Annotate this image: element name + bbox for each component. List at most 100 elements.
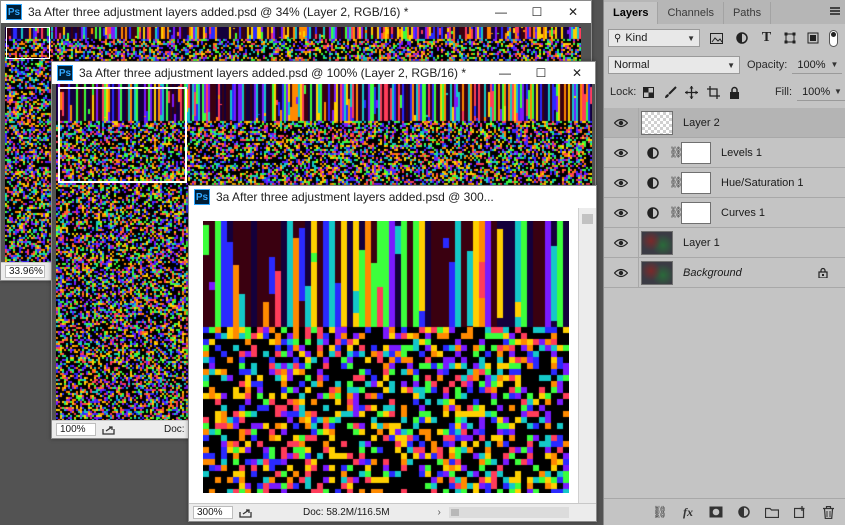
opacity-label: Opacity: xyxy=(747,59,788,71)
share-icon[interactable] xyxy=(102,425,116,435)
filter-kind-select[interactable]: ⚲ Kind ▼ xyxy=(608,29,700,47)
trash-icon[interactable] xyxy=(820,504,836,520)
link-layers-icon[interactable]: ⛓ xyxy=(652,504,668,520)
layer-row-hue-saturation-1[interactable]: ⛓ Hue/Saturation 1 xyxy=(604,168,845,198)
filter-shape-icon[interactable] xyxy=(781,30,798,47)
layer-row-layer-1[interactable]: Layer 1 xyxy=(604,228,845,258)
chevron-down-icon: ▼ xyxy=(830,60,839,69)
layer-mask-thumbnail[interactable] xyxy=(681,201,711,224)
adjustment-layer-icon[interactable] xyxy=(645,146,661,159)
window-title: 3a After three adjustment layers added.p… xyxy=(79,66,467,80)
panel-menu-icon[interactable] xyxy=(830,7,840,15)
horizontal-scrollbar[interactable] xyxy=(448,507,569,518)
zoom-field[interactable]: 100% xyxy=(56,423,96,436)
filter-smart-object-icon[interactable] xyxy=(804,30,821,47)
lock-label: Lock: xyxy=(610,86,637,98)
opacity-input[interactable]: 100% ▼ xyxy=(792,56,843,74)
blend-mode-select[interactable]: Normal ▼ xyxy=(608,56,740,74)
tab-channels[interactable]: Channels xyxy=(658,2,724,24)
layer-name[interactable]: Layer 1 xyxy=(683,237,720,249)
window-titlebar[interactable]: Ps 3a After three adjustment layers adde… xyxy=(52,62,595,84)
window-title: 3a After three adjustment layers added.p… xyxy=(28,5,409,19)
tab-paths[interactable]: Paths xyxy=(724,2,772,24)
filter-kind-label: Kind xyxy=(625,32,648,44)
filter-row: ⚲ Kind ▼ T xyxy=(604,29,845,47)
new-adjustment-icon[interactable] xyxy=(736,504,752,520)
window-titlebar[interactable]: Ps 3a After three adjustment layers adde… xyxy=(189,186,596,208)
lock-icon xyxy=(818,267,828,281)
scroll-thumb[interactable] xyxy=(582,214,593,224)
layer-row-background[interactable]: Background xyxy=(604,258,845,288)
layer-name[interactable]: Levels 1 xyxy=(721,147,762,159)
fill-label: Fill: xyxy=(774,86,793,98)
chevron-down-icon: ▼ xyxy=(727,61,735,70)
navigator-frame xyxy=(58,87,187,183)
zoom-field[interactable]: 33.96% xyxy=(5,265,45,278)
layer-row-curves-1[interactable]: ⛓ Curves 1 xyxy=(604,198,845,228)
layer-name[interactable]: Layer 2 xyxy=(683,117,720,129)
fx-icon[interactable]: fx xyxy=(680,504,696,520)
tab-layers[interactable]: Layers xyxy=(604,2,659,24)
new-group-folder-icon[interactable] xyxy=(764,504,780,520)
filter-adjustment-icon[interactable] xyxy=(733,30,750,47)
filter-pixel-icon[interactable] xyxy=(708,30,725,47)
layer-name[interactable]: Curves 1 xyxy=(721,207,765,219)
layer-row-levels-1[interactable]: ⛓ Levels 1 xyxy=(604,138,845,168)
minimize-button[interactable]: — xyxy=(483,1,519,23)
photoshop-logo-icon: Ps xyxy=(57,65,73,81)
layer-name[interactable]: Background xyxy=(683,267,742,279)
layer-name[interactable]: Hue/Saturation 1 xyxy=(721,177,804,189)
layer-list: Layer 2 ⛓ Levels 1 ⛓ Hue/Saturation 1 ⛓ … xyxy=(604,108,845,288)
add-mask-icon[interactable] xyxy=(708,504,724,520)
window-title: 3a After three adjustment layers added.p… xyxy=(216,190,494,204)
layer-row-layer-2[interactable]: Layer 2 xyxy=(604,108,845,138)
blend-row: Normal ▼ Opacity: 100% ▼ xyxy=(604,56,845,74)
new-layer-icon[interactable] xyxy=(792,504,808,520)
search-icon: ⚲ xyxy=(614,32,622,44)
lock-pixels-brush-icon[interactable] xyxy=(662,84,679,101)
layer-mask-thumbnail[interactable] xyxy=(681,141,711,164)
maximize-button[interactable]: ☐ xyxy=(519,1,555,23)
filter-toggle[interactable] xyxy=(829,29,838,47)
visibility-eye-icon[interactable] xyxy=(604,258,639,287)
vertical-scrollbar[interactable] xyxy=(578,208,596,504)
document-window-300[interactable]: Ps 3a After three adjustment layers adde… xyxy=(188,185,597,522)
adjustment-layer-icon[interactable] xyxy=(645,206,661,219)
zoom-field[interactable]: 300% xyxy=(193,506,233,519)
close-button[interactable]: ✕ xyxy=(555,1,591,23)
link-chain-icon[interactable]: ⛓ xyxy=(669,206,683,219)
layer-thumbnail[interactable] xyxy=(641,260,673,285)
visibility-eye-icon[interactable] xyxy=(604,228,639,257)
share-icon[interactable] xyxy=(239,508,253,518)
lock-artboard-crop-icon[interactable] xyxy=(705,84,722,101)
canvas-area[interactable] xyxy=(189,208,579,504)
status-arrow-icon[interactable]: › xyxy=(438,507,441,518)
lock-transparent-icon[interactable] xyxy=(640,84,657,101)
lock-all-icon[interactable] xyxy=(726,84,743,101)
panel-bottom-bar: ⛓ fx xyxy=(604,498,845,525)
window-titlebar[interactable]: Ps 3a After three adjustment layers adde… xyxy=(1,1,591,23)
visibility-eye-icon[interactable] xyxy=(604,198,639,227)
doc-label: Doc: xyxy=(164,424,185,435)
maximize-button[interactable]: ☐ xyxy=(523,62,559,84)
link-chain-icon[interactable]: ⛓ xyxy=(669,176,683,189)
chevron-down-icon: ▼ xyxy=(834,87,842,96)
close-button[interactable]: ✕ xyxy=(559,62,595,84)
layer-thumbnail[interactable] xyxy=(641,230,673,255)
canvas-image xyxy=(203,221,569,493)
link-chain-icon[interactable]: ⛓ xyxy=(669,146,683,159)
visibility-eye-icon[interactable] xyxy=(604,108,639,137)
layer-mask-thumbnail[interactable] xyxy=(681,171,711,194)
fill-input[interactable]: 100% ▼ xyxy=(797,83,845,101)
visibility-eye-icon[interactable] xyxy=(604,138,639,167)
scroll-thumb[interactable] xyxy=(450,509,459,516)
visibility-eye-icon[interactable] xyxy=(604,168,639,197)
layer-thumbnail[interactable] xyxy=(641,110,673,135)
filter-type-icon[interactable]: T xyxy=(758,30,775,47)
lock-position-move-icon[interactable] xyxy=(683,84,700,101)
minimize-button[interactable]: — xyxy=(487,62,523,84)
adjustment-layer-icon[interactable] xyxy=(645,176,661,189)
layers-panel: Layers Channels Paths ⚲ Kind ▼ T Normal xyxy=(603,0,845,525)
opacity-value: 100% xyxy=(797,58,826,71)
navigator-frame xyxy=(6,27,50,59)
